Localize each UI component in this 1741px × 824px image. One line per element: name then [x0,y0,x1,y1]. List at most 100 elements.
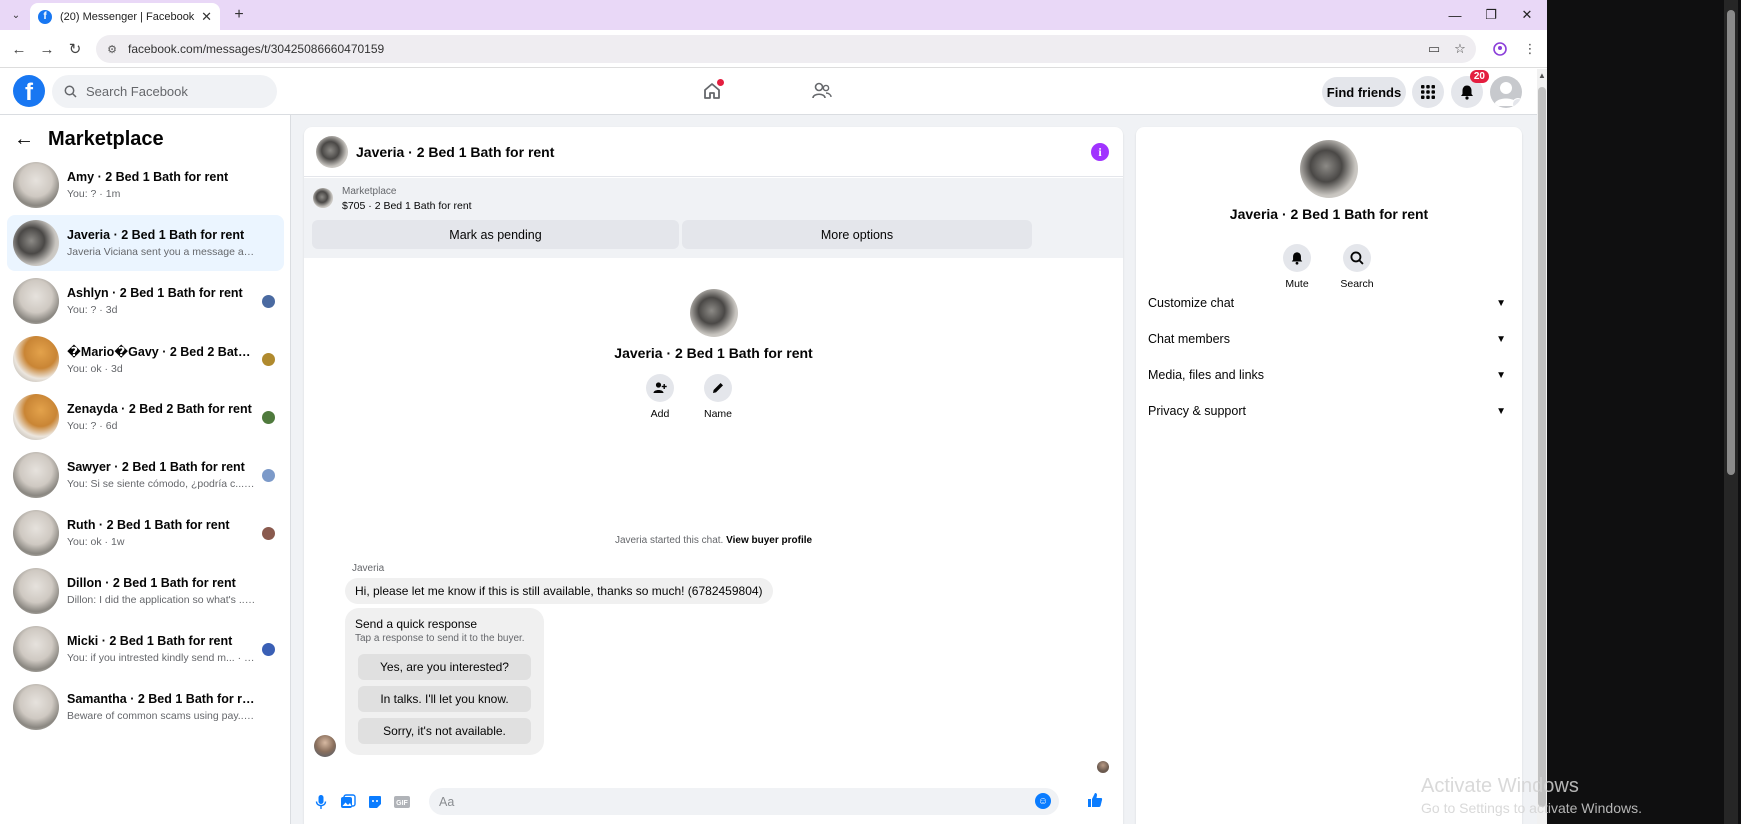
seen-receipt-avatar [262,469,275,482]
reload-icon[interactable]: ↻ [64,39,86,59]
forward-icon[interactable]: → [36,39,58,59]
scrollbar-thumb[interactable] [1538,87,1546,807]
conversation-item[interactable]: �Mario�Gavy · 2 Bed 2 Bath fo... You: ok … [7,331,284,387]
conversation-item[interactable]: Dillon · 2 Bed 1 Bath for rent Dillon: I … [7,563,284,619]
chat-header-avatar[interactable] [316,135,348,168]
profile-icon[interactable] [1490,39,1510,59]
conversation-item[interactable]: Ashlyn · 2 Bed 1 Bath for rent You: ? · 3… [7,273,284,329]
desktop-background [1547,0,1741,824]
chat-header: Javeria · 2 Bed 1 Bath for rent i [304,127,1123,177]
facebook-search[interactable] [52,75,277,108]
conversation-preview: Dillon: I did the application so what's … [67,594,257,606]
conversation-text: Sawyer · 2 Bed 1 Bath for rent You: Si se… [67,460,284,490]
conversation-item[interactable]: Javeria · 2 Bed 1 Bath for rent Javeria V… [7,215,284,271]
friends-icon[interactable] [808,78,836,104]
message-input[interactable] [439,794,999,809]
message-input-wrapper[interactable]: ☺ [429,788,1059,815]
conversation-item[interactable]: Micki · 2 Bed 1 Bath for rent You: if you… [7,621,284,677]
microphone-icon[interactable] [312,793,330,811]
search-icon [1343,244,1371,272]
listing-price[interactable]: $705 · 2 Bed 1 Bath for rent [342,200,472,212]
seen-receipt-avatar [262,353,275,366]
quick-response-title: Send a quick response [355,617,478,631]
page-scrollbar[interactable]: ▲ [1537,69,1547,824]
chat-header-name[interactable]: Javeria · 2 Bed 1 Bath for rent [356,144,554,160]
name-chat-button[interactable]: Name [693,374,743,420]
back-arrow-icon[interactable]: ← [14,128,34,151]
install-app-icon[interactable]: ▭ [1424,39,1444,59]
incoming-message-bubble[interactable]: Hi, please let me know if this is still … [345,578,773,604]
browser-tab[interactable]: f (20) Messenger | Facebook ✕ [30,3,220,30]
outer-scrollbar-thumb[interactable] [1727,10,1735,475]
gif-icon[interactable]: GIF [393,793,411,811]
minimize-icon[interactable]: — [1437,0,1473,30]
conversation-preview: You: ok · 3d [67,362,123,375]
sticker-icon[interactable] [366,793,384,811]
view-buyer-profile-link[interactable]: View buyer profile [726,535,812,546]
bookmark-star-icon[interactable]: ☆ [1450,39,1470,59]
chevron-down-icon: ▼ [1496,333,1506,345]
more-options-button[interactable]: More options [682,220,1032,249]
conversation-preview: You: ? · 1m [67,188,121,200]
customize-chat-row[interactable]: Customize chat ▼ [1148,286,1510,320]
conversation-info-icon[interactable]: i [1091,143,1109,161]
facebook-header: f Find friends 20 ⌄ [0,69,1547,115]
home-icon[interactable] [698,78,726,104]
search-icon [64,85,78,99]
site-info-icon[interactable]: ⚙ [104,41,120,57]
emoji-icon[interactable]: ☺ [1035,793,1051,809]
conversation-item[interactable]: Ruth · 2 Bed 1 Bath for rent You: ok · 1w [7,505,284,561]
restore-icon[interactable]: ❐ [1473,0,1509,30]
new-tab-icon[interactable]: + [228,5,250,25]
conversation-item[interactable]: Amy · 2 Bed 1 Bath for rent You: ? · 1m [7,157,284,213]
conversation-item[interactable]: Zenayda · 2 Bed 2 Bath for rent You: ? · … [7,389,284,445]
chat-started-notice: Javeria started this chat. View buyer pr… [304,535,1123,546]
facebook-logo-icon[interactable]: f [13,75,45,107]
browser-menu-icon[interactable]: ⋮ [1520,39,1540,59]
listing-thumbnail [13,626,59,672]
listing-thumbnail [13,220,59,266]
account-avatar[interactable]: ⌄ [1490,76,1522,108]
seen-receipt-avatar [262,295,275,308]
address-bar: ← → ↻ ⚙ facebook.com/messages/t/30425086… [0,30,1547,68]
scroll-up-icon[interactable]: ▲ [1538,71,1546,80]
message-composer: GIF ☺ [304,779,1123,824]
outer-scrollbar[interactable] [1724,0,1738,824]
tab-close-icon[interactable]: ✕ [201,9,212,25]
back-icon[interactable]: ← [8,39,30,59]
conversation-preview: You: Si se siente cómodo, ¿podría c... ·… [67,478,257,490]
conversation-preview: You: ok · 1w [67,536,125,548]
conversation-sidebar: ← Marketplace Amy · 2 Bed 1 Bath for ren… [0,115,291,824]
listing-thumbnail[interactable] [313,188,333,208]
mark-as-pending-button[interactable]: Mark as pending [312,220,679,249]
quick-response-subtitle: Tap a response to send it to the buyer. [355,633,525,644]
quick-response-button[interactable]: Sorry, it's not available. [358,718,531,744]
conversation-item[interactable]: Samantha · 2 Bed 1 Bath for rent Beware o… [7,679,284,735]
bell-icon [1283,244,1311,272]
menu-grid-icon[interactable] [1412,76,1444,108]
notifications-bell-icon[interactable]: 20 [1451,70,1489,108]
tab-search-icon[interactable]: ⌄ [6,6,26,24]
url-field[interactable]: ⚙ facebook.com/messages/t/30425086660470… [96,35,1476,63]
window-close-icon[interactable]: ✕ [1509,0,1545,30]
sender-avatar[interactable] [314,735,336,757]
quick-response-button[interactable]: Yes, are you interested? [358,654,531,680]
privacy-support-row[interactable]: Privacy & support ▼ [1148,394,1510,428]
seen-receipt-avatar [262,527,275,540]
search-input[interactable] [86,84,266,99]
search-conversation-button[interactable]: Search [1332,244,1382,290]
mute-button[interactable]: Mute [1272,244,1322,290]
photo-icon[interactable] [339,793,357,811]
find-friends-button[interactable]: Find friends [1322,77,1406,107]
seen-receipt-avatar [1097,761,1109,773]
chat-intro-avatar [690,289,738,337]
chat-members-row[interactable]: Chat members ▼ [1148,322,1510,356]
conversation-text: Samantha · 2 Bed 1 Bath for rent Beware o… [67,692,284,722]
thumbs-up-icon[interactable] [1086,791,1104,809]
quick-response-button[interactable]: In talks. I'll let you know. [358,686,531,712]
conversation-item[interactable]: Sawyer · 2 Bed 1 Bath for rent You: Si se… [7,447,284,503]
media-files-links-row[interactable]: Media, files and links ▼ [1148,358,1510,392]
info-avatar[interactable] [1300,140,1358,198]
add-people-button[interactable]: Add [635,374,685,420]
sidebar-header: ← Marketplace [14,125,164,153]
